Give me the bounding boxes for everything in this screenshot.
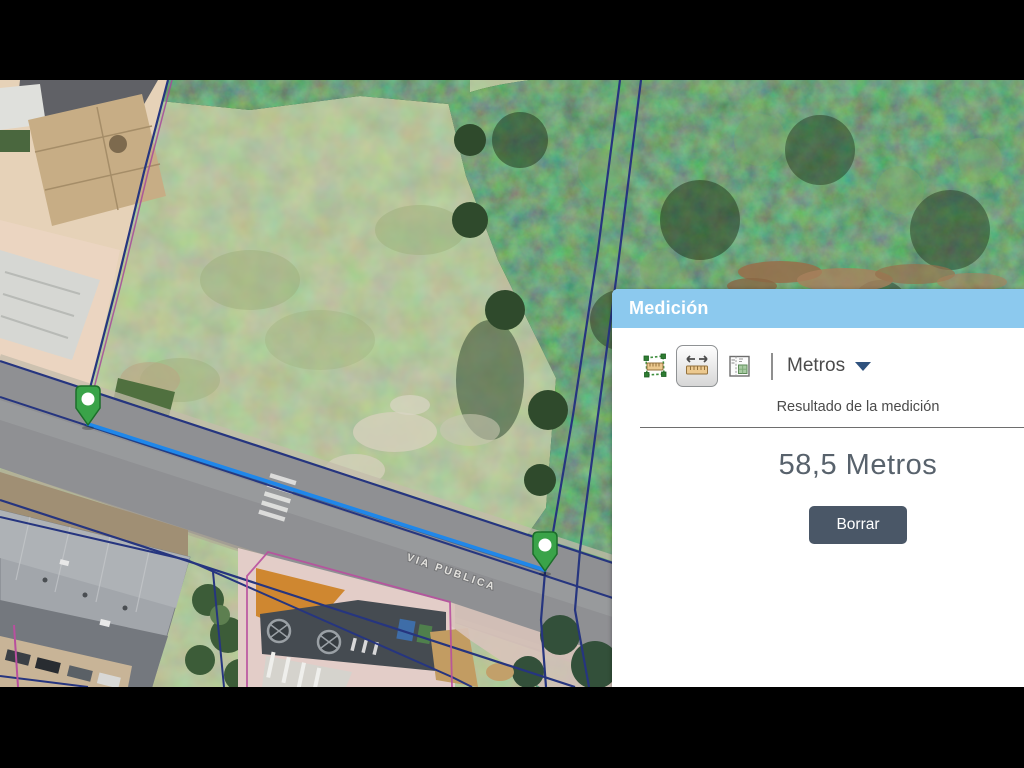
letterbox-bottom — [0, 687, 1024, 768]
distance-ruler-icon — [683, 352, 711, 380]
toolbar-divider — [771, 353, 773, 380]
screen: VIA PUBLICA Medición — [0, 0, 1024, 768]
panel-header: Medición — [612, 289, 1024, 328]
measurement-toolbar: Metros — [636, 345, 1024, 387]
measure-location-button[interactable] — [724, 345, 755, 387]
measure-distance-button[interactable] — [676, 345, 718, 387]
unit-label: Metros — [787, 355, 845, 377]
panel-title: Medición — [612, 298, 709, 319]
result-label: Resultado de la medición — [692, 399, 1024, 415]
location-grid-icon — [727, 354, 752, 379]
result-body: 58,5 Metros Borrar — [692, 449, 1024, 544]
clear-button[interactable]: Borrar — [809, 506, 906, 544]
result-divider — [640, 427, 1024, 428]
measurement-result: 58,5 Metros — [692, 449, 1024, 482]
measure-area-button[interactable] — [639, 345, 670, 387]
unit-dropdown[interactable]: Metros — [787, 355, 871, 377]
result-area: Resultado de la medición — [692, 399, 1024, 415]
chevron-down-icon — [855, 362, 871, 371]
measurement-panel: Medición — [612, 289, 1024, 687]
area-ruler-icon — [642, 353, 668, 379]
letterbox-top — [0, 0, 1024, 80]
